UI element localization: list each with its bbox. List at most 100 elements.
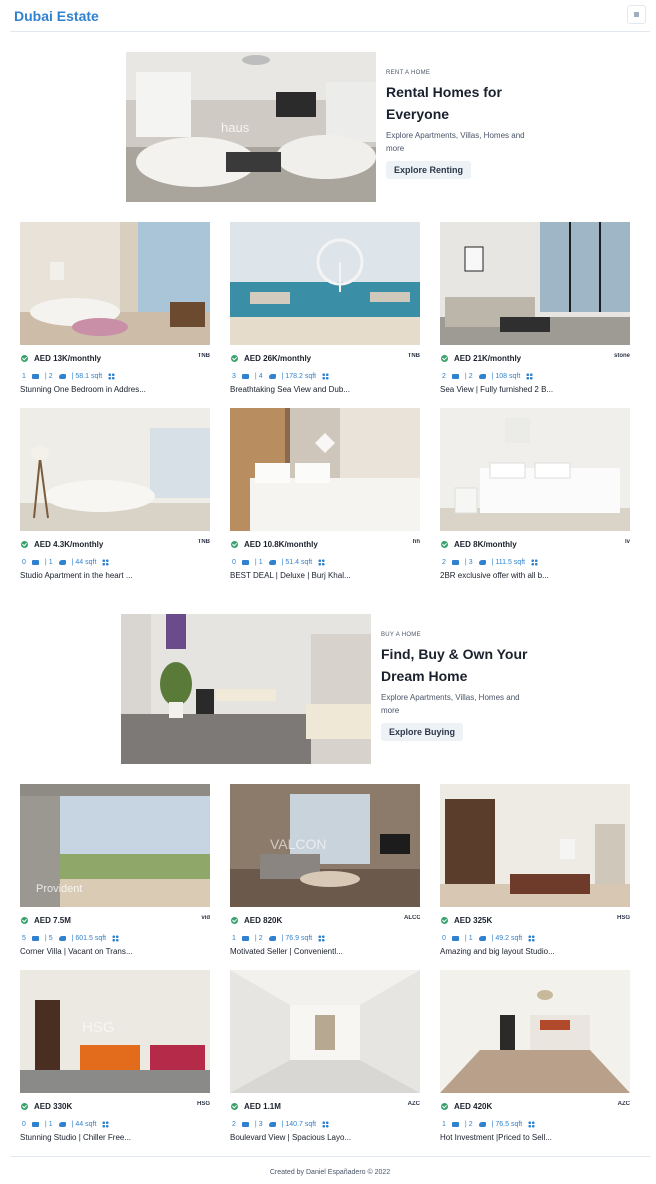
price-row: AED 21K/monthly stonetree [440,353,630,365]
property-image[interactable] [440,408,630,531]
hamburger-icon [634,12,639,17]
property-title[interactable]: Breathtaking Sea View and Dub... [230,385,350,394]
property-title[interactable]: Boulevard View | Spacious Layo... [230,1133,351,1142]
property-image[interactable] [230,222,420,345]
property-title[interactable]: Motivated Seller | Convenientl... [230,947,343,956]
bed-icon [241,559,249,565]
bath-count: 2 [468,1120,473,1128]
property-image[interactable] [230,408,420,531]
property-title[interactable]: BEST DEAL | Deluxe | Burj Khal... [230,571,351,580]
property-image[interactable] [440,784,630,907]
property-title[interactable]: Amazing and big layout Studio... [440,947,555,956]
bed-icon [241,1121,249,1127]
property-specs: 1 | 2 | 76.5 sqft [442,1119,541,1129]
property-card[interactable]: AED 8K/monthly lv 2 | 3 | 111.5 sqft 2BR e… [440,408,630,580]
area: 76.5 sqft [495,1120,523,1128]
property-title[interactable]: Hot Investment |Priced to Sell... [440,1133,552,1142]
verified-icon [441,541,448,548]
buy-banner-eyebrow: BUY A HOME [381,632,421,638]
bath-icon [478,935,486,941]
agency-logo: TNB [407,353,420,359]
property-specs: 1 | 2 | 58.1 sqft [22,371,121,381]
bath-icon [268,1121,276,1127]
buy-listings-grid: Provident AED 7.5M vid 5 | 5 | 601.5 sqft … [20,784,630,1148]
explore-buying-button[interactable]: Explore Buying [381,723,464,741]
navbar: Dubai Estate [10,0,650,32]
bed-icon [451,1121,459,1127]
property-card[interactable]: AED 21K/monthly stonetree 2| 2| 108 sqft… [440,222,630,394]
menu-button[interactable] [627,5,646,24]
property-price: AED 325K [454,916,493,925]
buy-banner-image [121,614,371,764]
property-image[interactable]: HSG [20,970,210,1093]
property-price: AED 8K/monthly [454,540,517,549]
agency-logo: hh [412,539,420,545]
bed-icon [31,373,39,379]
price-row: AED 13K/monthly TNB [20,353,210,365]
area-grid-icon [108,372,116,380]
explore-renting-button[interactable]: Explore Renting [386,161,472,179]
bed-icon [31,1121,39,1127]
property-price: AED 330K [34,1102,73,1111]
area-grid-icon [102,558,110,566]
property-price: AED 21K/monthly [454,354,522,363]
svg-text:Provident: Provident [36,883,82,895]
property-card[interactable]: AED 4.3K/monthly TNB 0 | 1 | 44 sqft Studi… [20,408,210,580]
price-row: AED 4.3K/monthly TNB [20,539,210,551]
bath-icon [58,935,66,941]
property-card[interactable]: AED 420K AZC 1 | 2 | 76.5 sqft Hot Investm… [440,970,630,1142]
property-title[interactable]: Corner Villa | Vacant on Trans... [20,947,133,956]
verified-icon [441,917,448,924]
bath-icon [478,373,486,379]
footer-credit: Created by Daniel Españadero © 2022 [269,1169,391,1176]
property-card[interactable]: AED 13K/monthly TNB 1 | 2 | 58.1 sqft Stun… [20,222,210,394]
property-card[interactable]: AED 26K/monthly TNB 3 | 4 | 178.2 sqft Bre… [230,222,420,394]
property-card[interactable]: Provident AED 7.5M vid 5 | 5 | 601.5 sqft … [20,784,210,956]
property-specs: 2 | 3 | 140.7 sqft [232,1119,335,1129]
price-row: AED 10.8K/monthly hh [230,539,420,551]
bath-count: 1 [48,1120,53,1128]
property-image[interactable] [440,970,630,1093]
property-card[interactable]: VALCON AED 820K ALCO 1 | 2 | 76.9 sqft Mot… [230,784,420,956]
property-title[interactable]: 2BR exclusive offer with all b... [440,571,549,580]
property-card[interactable]: HSG AED 330K HSG 0 | 1 | 44 sqft Stunning … [20,970,210,1142]
bed-icon [241,935,249,941]
property-image[interactable]: Provident [20,784,210,907]
property-card[interactable]: AED 1.1M AZC 2 | 3 | 140.7 sqft Boulevard … [230,970,420,1142]
property-card[interactable]: AED 325K HSG 0 | 1 | 49.2 sqft Amazing and… [440,784,630,956]
property-title[interactable]: Studio Apartment in the heart ... [20,571,133,580]
bath-count: 2 [258,934,263,942]
area-grid-icon [322,1120,330,1128]
property-image[interactable] [230,970,420,1093]
bath-count: 3 [258,1120,263,1128]
property-image[interactable] [20,408,210,531]
bath-icon [58,1121,66,1127]
verified-icon [231,541,238,548]
property-image[interactable]: VALCON [230,784,420,907]
room-count: 1 [232,934,236,942]
property-price: AED 10.8K/monthly [244,540,318,549]
agency-logo: lv [624,539,630,545]
area: 76.9 sqft [285,934,313,942]
property-price: AED 1.1M [244,1102,281,1111]
buy-banner-title: Find, Buy & Own Your Dream Home [381,646,528,684]
brand-logo-link[interactable]: Dubai Estate [14,8,99,24]
agency-logo: HSG [196,1101,210,1107]
property-card[interactable]: AED 10.8K/monthly hh 0 | 1 | 51.4 sqft BES… [230,408,420,580]
price-row: AED 7.5M vid [20,915,210,927]
area: 111.5 sqft [495,558,526,566]
svg-text:haus: haus [221,120,250,135]
property-specs: 1 | 2 | 76.9 sqft [232,933,331,943]
property-image[interactable] [440,222,630,345]
property-price: AED 420K [454,1102,493,1111]
property-image[interactable] [20,222,210,345]
property-title[interactable]: Stunning Studio | Chiller Free... [20,1133,131,1142]
rent-banner-description: Explore Apartments, Villas, Homes and mo… [386,131,525,153]
room-count: 1 [442,1120,446,1128]
property-specs: 0 | 1 | 44 sqft [22,557,115,567]
property-title[interactable]: Stunning One Bedroom in Addres... [20,385,146,394]
property-title[interactable]: Sea View | Fully furnished 2 B... [440,385,553,394]
area: 58.1 sqft [75,372,103,380]
bath-icon [478,559,486,565]
price-row: AED 8K/monthly lv [440,539,630,551]
